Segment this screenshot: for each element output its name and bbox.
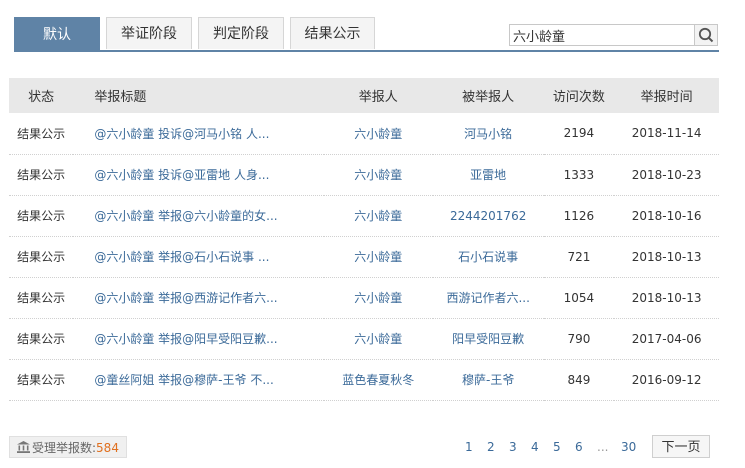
- search-box: [509, 24, 718, 46]
- header-reporter: 举报人: [358, 90, 398, 105]
- page-ellipsis: ...: [597, 440, 609, 454]
- row-time: 2018-10-13: [631, 249, 702, 264]
- page-link[interactable]: 1: [465, 436, 473, 458]
- row-reporter-link[interactable]: 六小龄童: [324, 277, 433, 318]
- row-status: 结果公示: [17, 209, 66, 223]
- header-time: 举报时间: [640, 90, 693, 105]
- table-row: 结果公示 @童丝阿姐 举报@穆萨-王爷 不... 蓝色春夏秋冬 穆萨-王爷 84…: [9, 359, 719, 400]
- header-status: 状态: [28, 90, 55, 105]
- row-time: 2018-11-14: [631, 126, 702, 141]
- row-accused-link[interactable]: 2244201762: [433, 195, 544, 236]
- row-accused-link[interactable]: 西游记作者六...: [433, 277, 544, 318]
- row-reporter-link[interactable]: 六小龄童: [324, 113, 433, 154]
- page-link[interactable]: 4: [531, 436, 539, 458]
- table-row: 结果公示 @六小龄童 举报@石小石说事 ... 六小龄童 石小石说事 721 2…: [9, 236, 719, 277]
- row-visits: 790: [567, 331, 591, 346]
- row-time: 2017-04-06: [631, 331, 702, 346]
- tab-bar: 默认 举证阶段 判定阶段 结果公示: [14, 17, 381, 51]
- page-link[interactable]: 2: [487, 436, 495, 458]
- row-visits: 1054: [563, 290, 595, 305]
- header-visits: 访问次数: [552, 90, 605, 105]
- row-reporter-link[interactable]: 六小龄童: [324, 154, 433, 195]
- row-visits: 1333: [563, 167, 595, 182]
- tab-default[interactable]: 默认: [14, 17, 100, 51]
- report-table: 状态 举报标题 举报人 被举报人 访问次数 举报时间 结果公示 @六小龄童 投诉…: [9, 78, 719, 401]
- row-reporter-link[interactable]: 六小龄童: [324, 195, 433, 236]
- page-link[interactable]: 3: [509, 436, 517, 458]
- row-visits: 1126: [563, 208, 595, 223]
- row-status: 结果公示: [17, 373, 66, 387]
- search-button[interactable]: [694, 25, 717, 45]
- search-icon: [698, 27, 714, 43]
- tab-underline: [14, 50, 719, 52]
- table-row: 结果公示 @六小龄童 投诉@亚雷地 人身... 六小龄童 亚雷地 1333 20…: [9, 154, 719, 195]
- row-time: 2018-10-23: [631, 167, 702, 182]
- row-status: 结果公示: [17, 332, 66, 346]
- row-status: 结果公示: [17, 250, 66, 264]
- row-accused-link[interactable]: 石小石说事: [433, 236, 544, 277]
- page-link[interactable]: 30: [621, 436, 636, 458]
- row-reporter-link[interactable]: 六小龄童: [324, 236, 433, 277]
- header-title: 举报标题: [94, 90, 147, 105]
- tab-result-publicity[interactable]: 结果公示: [290, 17, 375, 49]
- page-link[interactable]: 6: [575, 436, 583, 458]
- row-visits: 849: [567, 372, 591, 387]
- row-visits: 721: [567, 249, 591, 264]
- row-accused-link[interactable]: 穆萨-王爷: [433, 359, 544, 400]
- row-reporter-link[interactable]: 六小龄童: [324, 318, 433, 359]
- row-status: 结果公示: [17, 126, 66, 141]
- row-visits: 2194: [563, 126, 595, 141]
- table-header-row: 状态 举报标题 举报人 被举报人 访问次数 举报时间: [9, 78, 719, 113]
- row-title-link[interactable]: @六小龄童 举报@西游记作者六...: [73, 277, 323, 318]
- row-accused-link[interactable]: 河马小铭: [433, 113, 544, 154]
- row-status: 结果公示: [17, 291, 66, 305]
- row-title-link[interactable]: @六小龄童 投诉@亚雷地 人身...: [73, 154, 323, 195]
- row-title-link[interactable]: @六小龄童 举报@阳早受阳豆歉...: [73, 318, 323, 359]
- row-accused-link[interactable]: 亚雷地: [433, 154, 544, 195]
- row-title-link[interactable]: @六小龄童 举报@石小石说事 ...: [73, 236, 323, 277]
- table-row: 结果公示 @六小龄童 举报@六小龄童的女... 六小龄童 2244201762 …: [9, 195, 719, 236]
- table-row: 结果公示 @六小龄童 举报@阳早受阳豆歉... 六小龄童 阳早受阳豆歉 790 …: [9, 318, 719, 359]
- row-title-link[interactable]: @六小龄童 投诉@河马小铭 人...: [73, 113, 323, 154]
- page-link[interactable]: 5: [553, 436, 561, 458]
- tab-judgement-stage[interactable]: 判定阶段: [198, 17, 284, 49]
- header-accused: 被举报人: [462, 90, 515, 105]
- search-input[interactable]: [510, 25, 696, 45]
- row-accused-link[interactable]: 阳早受阳豆歉: [433, 318, 544, 359]
- next-page-button[interactable]: 下一页: [652, 435, 710, 458]
- tab-evidence-stage[interactable]: 举证阶段: [106, 17, 192, 49]
- row-time: 2016-09-12: [631, 372, 702, 387]
- table-row: 结果公示 @六小龄童 投诉@河马小铭 人... 六小龄童 河马小铭 2194 2…: [9, 113, 719, 154]
- row-reporter-link[interactable]: 蓝色春夏秋冬: [324, 359, 433, 400]
- row-title-link[interactable]: @六小龄童 举报@六小龄童的女...: [73, 195, 323, 236]
- table-row: 结果公示 @六小龄童 举报@西游记作者六... 六小龄童 西游记作者六... 1…: [9, 277, 719, 318]
- row-time: 2018-10-13: [631, 290, 702, 305]
- row-time: 2018-10-16: [631, 208, 702, 223]
- row-title-link[interactable]: @童丝阿姐 举报@穆萨-王爷 不...: [73, 359, 323, 400]
- row-status: 结果公示: [17, 168, 66, 182]
- pagination: 1 2 3 4 5 6 ... 30: [0, 436, 745, 458]
